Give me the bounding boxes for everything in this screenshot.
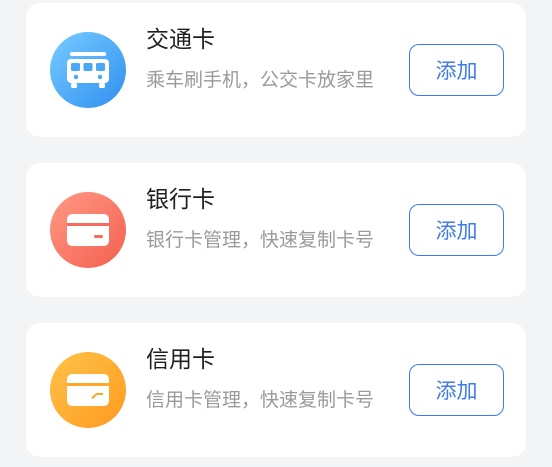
card-credit: 信用卡 信用卡管理，快速复制卡号 添加 — [26, 323, 526, 457]
card-title: 信用卡 — [146, 347, 215, 373]
credit-card-icon — [50, 352, 126, 428]
card-description: 银行卡管理，快速复制卡号 — [146, 229, 375, 251]
card-transit: 交通卡 乘车刷手机，公交卡放家里 添加 — [26, 3, 526, 137]
card-bank: 银行卡 银行卡管理，快速复制卡号 添加 — [26, 163, 526, 297]
add-bank-card-button[interactable]: 添加 — [409, 204, 504, 256]
add-transit-card-button[interactable]: 添加 — [409, 44, 504, 96]
bank-card-icon — [50, 192, 126, 268]
card-description: 乘车刷手机，公交卡放家里 — [146, 69, 375, 91]
card-title: 交通卡 — [146, 27, 215, 53]
bus-icon — [50, 32, 126, 108]
add-credit-card-button[interactable]: 添加 — [409, 364, 504, 416]
card-title: 银行卡 — [146, 187, 215, 213]
card-description: 信用卡管理，快速复制卡号 — [146, 389, 375, 411]
